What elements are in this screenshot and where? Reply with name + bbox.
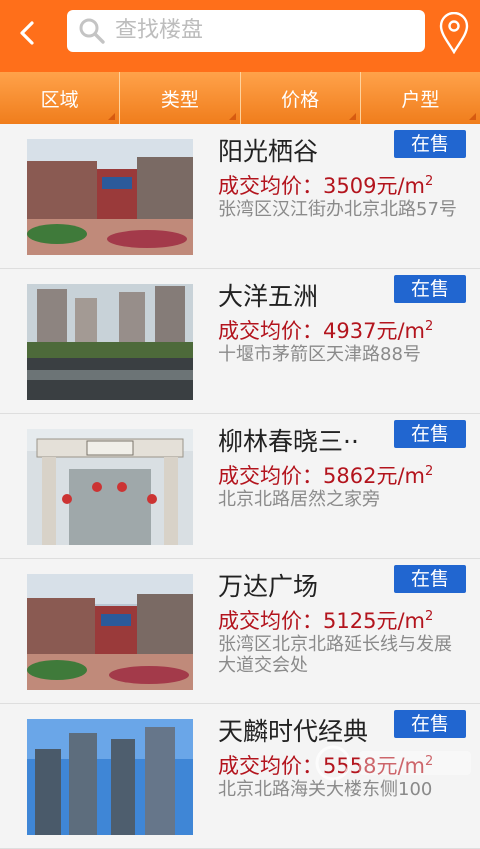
watermark-logo [315, 743, 480, 783]
status-badge: 在售 [394, 275, 466, 303]
property-photo [27, 429, 193, 545]
price-value: 5862元/m [323, 464, 425, 488]
listing-list: 阳光栖谷 在售 成交均价：3509元/m2 张湾区汉江街办北京北路57号 大洋五… [0, 124, 480, 849]
price-value: 4937元/m [323, 319, 425, 343]
listing-item[interactable]: 大洋五洲 在售 成交均价：4937元/m2 十堰市茅箭区天津路88号 [0, 269, 480, 414]
filter-price[interactable]: 价格 [239, 72, 360, 124]
filter-label: 价格 [281, 88, 320, 111]
price-unit-sup: 2 [424, 609, 434, 624]
price-unit-sup: 2 [424, 464, 434, 479]
property-photo [27, 139, 193, 255]
filter-label: 区域 [40, 88, 79, 111]
price-prefix: 成交均价： [218, 174, 323, 198]
listing-price: 成交均价：5125元/m2 [218, 605, 433, 635]
status-badge: 在售 [394, 420, 466, 448]
price-prefix: 成交均价： [218, 609, 323, 633]
listing-name: 万达广场 [218, 572, 319, 601]
back-button[interactable] [14, 18, 42, 48]
status-badge: 在售 [394, 710, 466, 738]
search-input[interactable]: 查找楼盘 [67, 10, 425, 52]
listing-item[interactable]: 万达广场 在售 成交均价：5125元/m2 张湾区北京北路延长线与发展大道交会处 [0, 559, 480, 704]
listing-address: 北京北路居然之家旁 [218, 489, 380, 510]
dropdown-triangle-icon [348, 113, 356, 120]
filter-label: 类型 [160, 88, 199, 111]
map-pin-icon [439, 11, 469, 55]
search-icon [79, 18, 105, 44]
dropdown-triangle-icon [228, 113, 236, 120]
listing-item[interactable]: 阳光栖谷 在售 成交均价：3509元/m2 张湾区汉江街办北京北路57号 [0, 124, 480, 269]
dropdown-triangle-icon [469, 113, 476, 120]
filter-type[interactable]: 类型 [119, 72, 239, 124]
price-unit-sup: 2 [424, 174, 434, 189]
listing-address: 十堰市茅箭区天津路88号 [218, 344, 421, 365]
listing-price: 成交均价：4937元/m2 [218, 315, 433, 345]
listing-address: 张湾区汉江街办北京北路57号 [218, 199, 457, 220]
price-value: 3509元/m [323, 174, 425, 198]
listing-name: 阳光栖谷 [218, 137, 319, 166]
listing-item[interactable]: 柳林春晓三·· 在售 成交均价：5862元/m2 北京北路居然之家旁 [0, 414, 480, 559]
filter-label: 户型 [401, 88, 440, 111]
filter-area[interactable]: 区域 [0, 72, 119, 124]
property-photo [27, 574, 193, 690]
filter-layout[interactable]: 户型 [359, 72, 480, 124]
property-photo [27, 284, 193, 400]
price-unit-sup: 2 [424, 319, 434, 334]
price-prefix: 成交均价： [218, 319, 323, 343]
search-placeholder: 查找楼盘 [115, 18, 204, 43]
dropdown-triangle-icon [108, 113, 116, 120]
price-prefix: 成交均价： [218, 464, 323, 488]
property-photo [27, 719, 193, 835]
app-header: 查找楼盘 [0, 0, 480, 72]
location-button[interactable] [438, 11, 470, 55]
listing-price: 成交均价：5862元/m2 [218, 460, 433, 490]
filter-bar: 区域 类型 价格 户型 [0, 72, 480, 124]
listing-address: 张湾区北京北路延长线与发展大道交会处 [218, 634, 452, 676]
status-badge: 在售 [394, 130, 466, 158]
price-value: 5125元/m [323, 609, 425, 633]
chevron-left-icon [20, 21, 34, 45]
price-prefix: 成交均价： [218, 754, 323, 778]
listing-price: 成交均价：3509元/m2 [218, 170, 433, 200]
listing-name: 大洋五洲 [218, 282, 319, 311]
listing-name: 柳林春晓三·· [218, 427, 359, 456]
status-badge: 在售 [394, 565, 466, 593]
